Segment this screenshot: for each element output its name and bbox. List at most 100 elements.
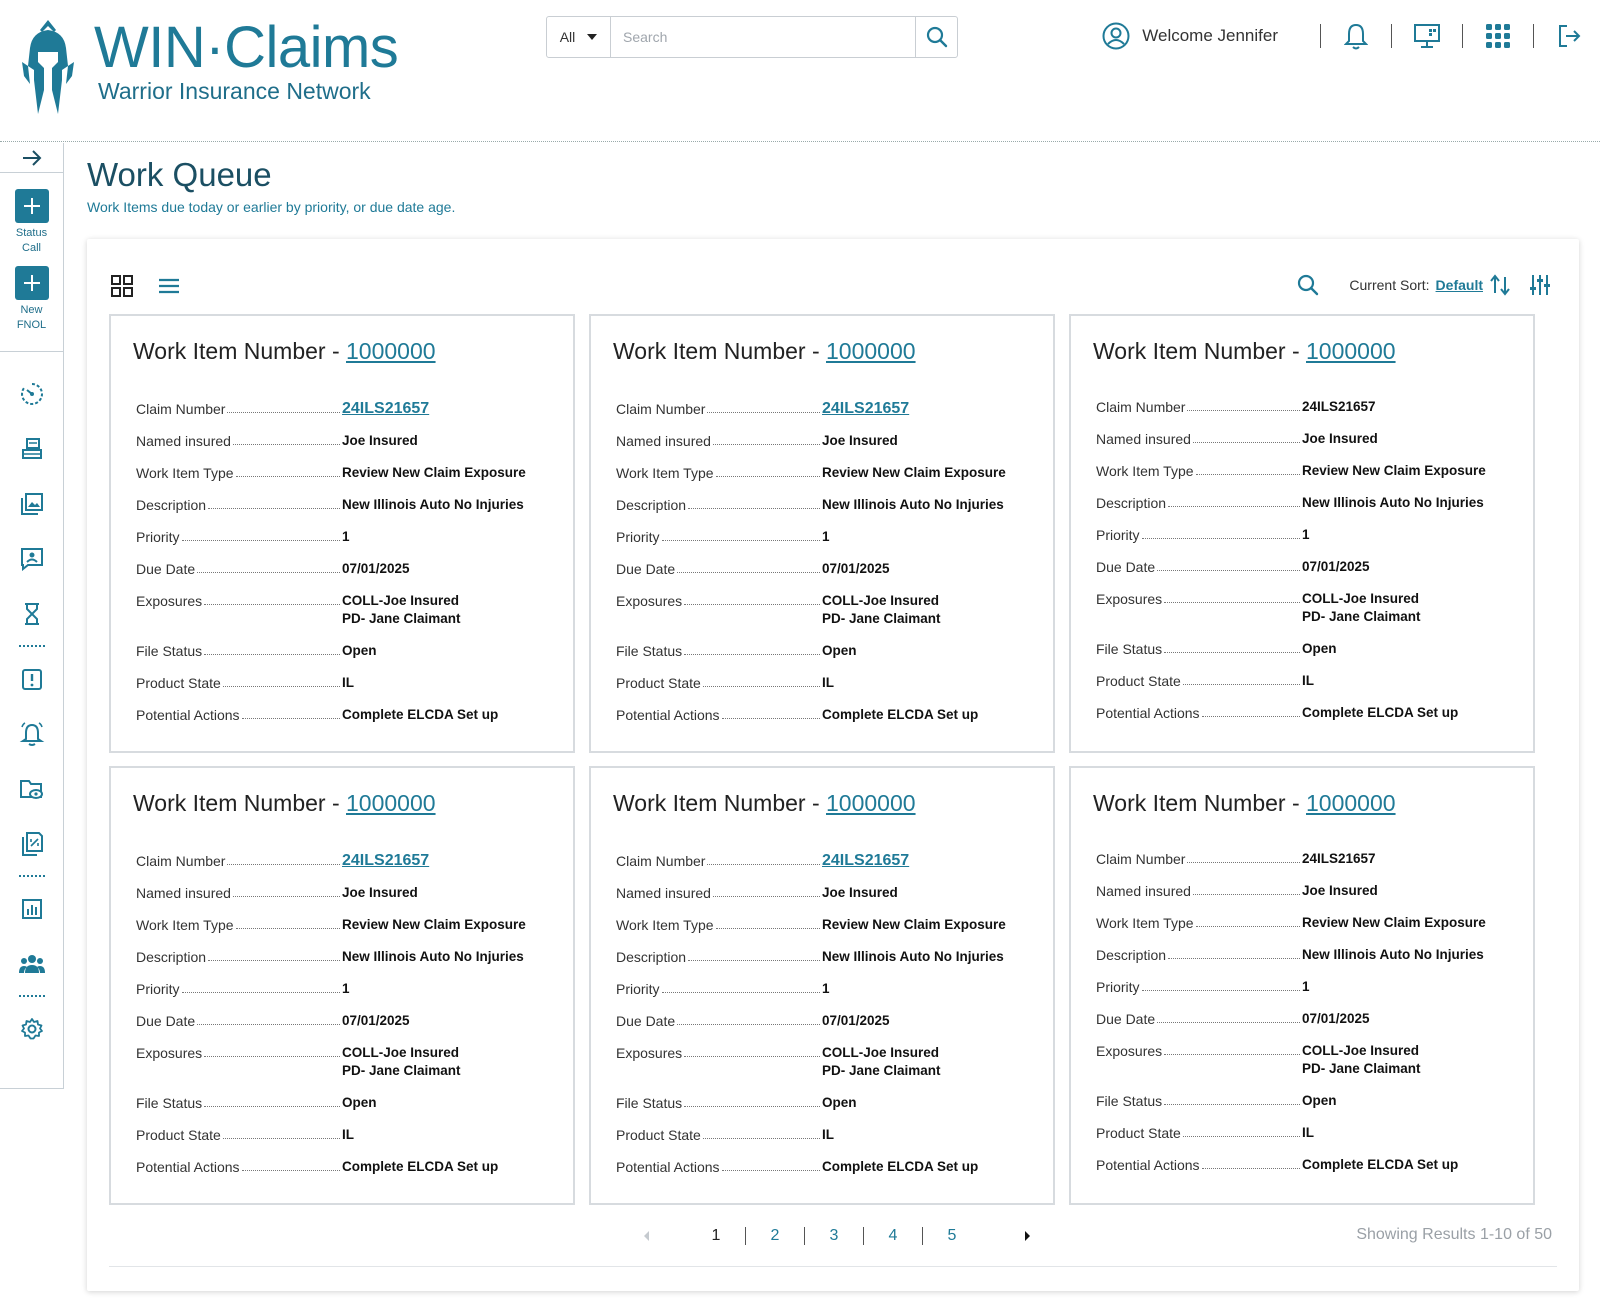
field-row-file-status: File Status Open [136, 642, 536, 660]
claim-number-link[interactable]: 24ILS21657 [822, 400, 909, 418]
work-item-card[interactable]: Work Item Number - 1000000 Claim Number 24… [589, 314, 1055, 753]
field-label-text: Named insured [136, 885, 231, 901]
leader-dots [1157, 1010, 1300, 1023]
work-item-fields: Claim Number 24ILS21657 Named insured Joe I… [616, 852, 1016, 1190]
potential-actions-value: Complete ELCDA Set up [342, 707, 499, 722]
product-state-value: IL [822, 675, 834, 690]
work-item-card[interactable]: Work Item Number - 1000000 Claim Number 24… [1069, 314, 1535, 753]
search-icon[interactable] [1297, 274, 1319, 296]
leader-dots [222, 674, 340, 687]
page-title: Work Queue [87, 156, 272, 193]
next-page-icon[interactable] [1017, 1226, 1037, 1246]
field-row-due-date: Due Date 07/01/2025 [616, 1012, 1016, 1030]
exposures-value: COLL-Joe Insured PD- Jane Claimant [822, 592, 941, 628]
apps-button[interactable] [1483, 21, 1513, 51]
field-label: Claim Number [616, 852, 822, 870]
sidebar-item-reports[interactable] [0, 881, 63, 936]
sidebar-item-dashboard[interactable] [0, 366, 63, 421]
field-label: Named insured [1096, 430, 1302, 448]
brand-logo[interactable]: WIN·Claims Warrior Insurance Network [18, 18, 399, 118]
sidebar-item-inbox[interactable] [0, 421, 63, 476]
field-row-due-date: Due Date 07/01/2025 [136, 1012, 536, 1030]
claim-number-value: 24ILS21657 [1302, 399, 1376, 414]
work-item-number-link[interactable]: 1000000 [1306, 790, 1396, 816]
sidebar-item-gallery[interactable] [0, 476, 63, 531]
sidebar-item-alarms[interactable] [0, 706, 63, 761]
field-row-due-date: Due Date 07/01/2025 [616, 560, 1016, 578]
current-sort-label: Current Sort: [1349, 277, 1430, 293]
grid-view-icon[interactable] [111, 275, 133, 297]
field-label-text: Potential Actions [136, 707, 240, 723]
field-row-exposures: Exposures COLL-Joe Insured PD- Jane Claima… [616, 592, 1016, 628]
field-row-due-date: Due Date 07/01/2025 [1096, 558, 1496, 576]
field-label: Product State [1096, 1124, 1302, 1142]
field-label: Exposures [136, 592, 342, 610]
user-avatar-icon [1102, 22, 1130, 50]
sidebar-item-pending[interactable] [0, 586, 63, 641]
field-row-product-state: Product State IL [136, 1126, 536, 1144]
page-1[interactable]: 1 [687, 1227, 745, 1245]
field-label: Claim Number [136, 852, 342, 870]
work-item-number-link[interactable]: 1000000 [826, 338, 916, 364]
exposure-item: PD- Jane Claimant [342, 611, 461, 626]
field-label: Work Item Type [136, 464, 342, 482]
sidebar-item-team[interactable] [0, 936, 63, 991]
new-fnol-label-line2: FNOL [16, 319, 47, 331]
claim-number-link[interactable]: 24ILS21657 [342, 852, 429, 870]
sidebar-item-documents[interactable] [0, 816, 63, 871]
field-label: Product State [1096, 672, 1302, 690]
new-fnol-button[interactable]: New FNOL [0, 266, 63, 333]
filter-sliders-icon[interactable] [1529, 274, 1551, 296]
field-label-text: Named insured [136, 433, 231, 449]
page-3[interactable]: 3 [805, 1227, 863, 1245]
page-4[interactable]: 4 [864, 1227, 922, 1245]
leader-dots [684, 642, 820, 655]
work-item-card[interactable]: Work Item Number - 1000000 Claim Number 24… [109, 766, 575, 1205]
work-item-number-link[interactable]: 1000000 [346, 790, 436, 816]
logout-button[interactable] [1554, 21, 1584, 51]
field-row-potential-actions: Potential Actions Complete ELCDA Set up [616, 706, 1016, 724]
file-status-value: Open [342, 643, 377, 658]
search-button[interactable] [915, 17, 957, 57]
desktop-button[interactable] [1412, 21, 1442, 51]
page-5[interactable]: 5 [923, 1227, 981, 1245]
sidebar-item-folders[interactable] [0, 761, 63, 816]
work-item-type-value: Review New Claim Exposure [342, 465, 526, 480]
list-view-icon[interactable] [157, 276, 181, 296]
work-item-number-link[interactable]: 1000000 [1306, 338, 1396, 364]
product-state-value: IL [1302, 1125, 1314, 1140]
work-item-card[interactable]: Work Item Number - 1000000 Claim Number 24… [1069, 766, 1535, 1205]
spartan-helmet-icon [22, 20, 74, 114]
field-row-priority: Priority 1 [136, 528, 536, 546]
claim-number-link[interactable]: 24ILS21657 [822, 852, 909, 870]
leader-dots [1187, 398, 1300, 411]
due-date-value: 07/01/2025 [1302, 1011, 1370, 1026]
user-menu[interactable]: Welcome Jennifer [1102, 22, 1278, 50]
sort-arrows-icon[interactable] [1489, 273, 1511, 297]
field-label-text: Description [1096, 495, 1167, 511]
search-scope-select[interactable]: All [547, 17, 611, 57]
claim-number-link[interactable]: 24ILS21657 [342, 400, 429, 418]
leader-dots [181, 980, 340, 993]
field-label: Work Item Type [136, 916, 342, 934]
results-count: Showing Results 1-10 of 50 [1356, 1226, 1552, 1243]
work-item-card[interactable]: Work Item Number - 1000000 Claim Number 24… [109, 314, 575, 753]
sidebar-item-contacts[interactable] [0, 531, 63, 586]
field-label: Priority [1096, 526, 1302, 544]
field-label: Claim Number [616, 400, 822, 418]
sort-toolbar: Current Sort: Default [1297, 273, 1551, 297]
work-item-card[interactable]: Work Item Number - 1000000 Claim Number 24… [589, 766, 1055, 1205]
page-2[interactable]: 2 [746, 1227, 804, 1245]
current-sort-value[interactable]: Default [1436, 277, 1483, 293]
prev-page-icon[interactable] [637, 1226, 657, 1246]
work-item-number-link[interactable]: 1000000 [826, 790, 916, 816]
search-input[interactable] [611, 17, 915, 57]
notifications-button[interactable] [1341, 21, 1371, 51]
field-label: Product State [616, 674, 822, 692]
field-label: Named insured [616, 432, 822, 450]
status-call-button[interactable]: Status Call [0, 189, 63, 256]
sidebar-item-alerts[interactable] [0, 651, 63, 706]
sidebar-expand-button[interactable] [0, 143, 63, 173]
work-item-number-link[interactable]: 1000000 [346, 338, 436, 364]
sidebar-item-settings[interactable] [0, 1001, 63, 1056]
